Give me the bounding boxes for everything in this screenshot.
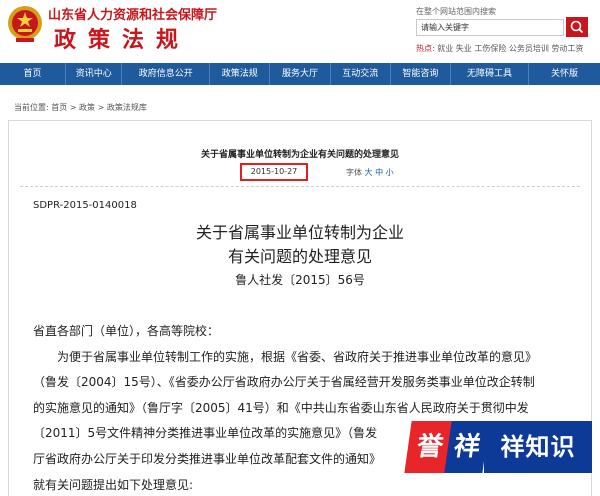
body-paragraph: 就有关问题提出如下处理意见: [33, 478, 194, 492]
font-size-small[interactable]: 小 [386, 168, 394, 177]
hot-label: 热点: [416, 44, 435, 53]
search-icon [570, 20, 584, 34]
nav-item-gov-info[interactable]: 政府信息公开 [122, 63, 211, 85]
body-paragraph: 省直各部门（单位），各高等院校： [33, 324, 220, 338]
search-button[interactable] [566, 17, 588, 37]
search-hint: 在整个网站范围内搜索 [416, 7, 496, 16]
document-title-line2: 有关问题的处理意见 [227, 247, 372, 266]
body-paragraph: （鲁发〔2004〕15号）、《省委办公厅省政府办公厅关于省属经营开发服务类事业单… [33, 375, 535, 389]
breadcrumb[interactable]: 当前位置: 首页 > 政策 > 政策法规库 [14, 102, 147, 113]
nav-item-consult[interactable]: 智能咨询 [391, 63, 452, 85]
hot-terms: 热点: 就业 失业 工伤保险 公务员培训 劳动工资 [416, 43, 583, 54]
nav-item-care[interactable]: 关怀版 [529, 63, 600, 85]
site-header: 山东省人力资源和社会保障厅 政策法规 在整个网站范围内搜索 热点: 就业 失业 … [0, 0, 600, 62]
nav-item-service[interactable]: 服务大厅 [270, 63, 331, 85]
main-nav: 首页 资讯中心 政府信息公开 政策法规 服务大厅 互动交流 智能咨询 无障碍工具… [0, 63, 600, 85]
font-size-switcher: 字体 大 中 小 [346, 167, 394, 178]
issue-number: 鲁人社发〔2015〕56号 [235, 273, 365, 287]
body-paragraph: 为便于省属事业单位转制工作的实施，根据《省委、省政府关于推进事业单位改革的意见》 [33, 350, 538, 364]
nav-item-accessibility[interactable]: 无障碍工具 [451, 63, 529, 85]
divider [20, 186, 580, 187]
nav-item-policy[interactable]: 政策法规 [210, 63, 271, 85]
font-size-large[interactable]: 大 [365, 168, 373, 177]
nav-item-interaction[interactable]: 互动交流 [331, 63, 391, 85]
watermark-char-2: 祥 [444, 421, 490, 473]
national-emblem-icon [8, 6, 42, 42]
font-size-label: 字体 [346, 168, 362, 177]
body-paragraph: 的实施意见的通知》（鲁厅字〔2005〕41号）和《中共山东省委山东省人民政府关于… [33, 401, 529, 415]
body-paragraph: 〔2011〕5号文件精神分类推进事业单位改革的实施意见》（鲁发 [33, 426, 378, 440]
watermark-logo: 誉 祥 祥知识 [404, 421, 592, 473]
page-title: 政策法规 [54, 28, 191, 53]
nav-item-home[interactable]: 首页 [0, 63, 67, 85]
hot-terms-list[interactable]: 就业 失业 工伤保险 公务员培训 劳动工资 [437, 44, 583, 53]
font-size-medium[interactable]: 中 [375, 168, 383, 177]
body-paragraph: 厅省政府办公厅关于印发分类推进事业单位改革配套文件的通知》 [33, 452, 382, 466]
document-number: SDPR-2015-0140018 [33, 200, 137, 211]
document-title-line1: 关于省属事业单位转制为企业 [195, 223, 404, 242]
watermark-text: 祥知识 [484, 421, 592, 473]
search-input[interactable] [416, 19, 564, 36]
nav-item-news[interactable]: 资讯中心 [66, 63, 123, 85]
site-name: 山东省人力资源和社会保障厅 [48, 8, 218, 23]
article-header-title: 关于省属事业单位转制为企业有关问题的处理意见 [200, 150, 399, 160]
publish-date: 2015-10-27 [240, 163, 308, 181]
